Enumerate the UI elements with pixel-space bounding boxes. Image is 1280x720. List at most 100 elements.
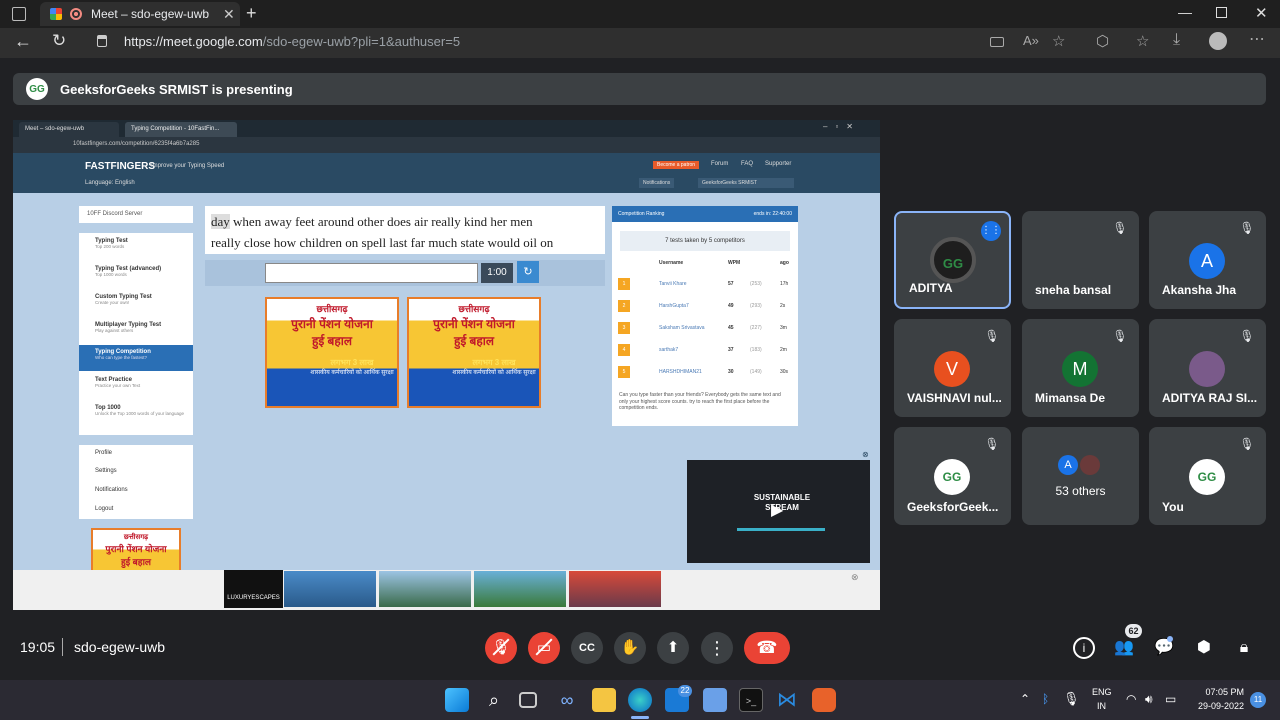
input-language[interactable]: ENG (1092, 687, 1112, 697)
camera-blocked-icon[interactable] (990, 37, 1004, 47)
tab-actions-icon[interactable] (12, 7, 26, 21)
close-tab-icon[interactable]: ✕ (223, 6, 235, 23)
participant-avatar: A (1058, 455, 1078, 475)
rank-keys: (149) (750, 369, 762, 375)
browser-tab-meet[interactable]: Meet – sdo-egew-uwb ✕ (40, 2, 240, 26)
shared-address-bar: 10fastfingers.com/competition/6235f4a6b7… (13, 137, 880, 153)
participant-avatar: GG (934, 459, 970, 495)
participant-tile[interactable]: A Akansha Jha 🎙︎ (1149, 211, 1266, 309)
rank-ago: 2s (780, 303, 786, 309)
profile-avatar[interactable] (1209, 32, 1227, 50)
rank-badge: 4 (618, 344, 630, 356)
reload-icon[interactable]: ↻ (52, 31, 66, 51)
video-ad: SUSTAINABLE STREAM ▶ (687, 460, 870, 563)
menu-item-practice: Text Practice Practice your own Text (95, 377, 141, 388)
present-button[interactable]: ⬆ (657, 632, 689, 664)
participant-avatar: GG (1189, 459, 1225, 495)
nav-supporter: Supporter (765, 161, 792, 167)
task-view-icon[interactable] (519, 692, 537, 708)
col-username: Username (659, 260, 684, 266)
rank-wpm: 45 (728, 325, 734, 331)
text-line-1: when away feet around other does air rea… (229, 214, 533, 229)
col-ago: ago (780, 260, 789, 266)
tab-title: Meet – sdo-egew-uwb (91, 7, 210, 21)
ranking-row: 5 HARSHDHIMAN21 30 (149) 30s (612, 364, 798, 382)
participant-tile[interactable]: GG You 🎙︎ (1149, 427, 1266, 525)
mic-muted-icon: 🎙︎ (1239, 437, 1255, 451)
participant-tile[interactable]: GG GeeksforGeek... 🎙︎ (894, 427, 1011, 525)
mic-tray-icon[interactable]: 🎙︎ (1063, 691, 1080, 707)
downloads-icon[interactable]: ⤓ (1173, 31, 1180, 49)
clock-time[interactable]: 07:05 PM (1192, 687, 1244, 697)
shared-window-controls: –▫✕ (823, 122, 861, 131)
meeting-info-icon[interactable]: i (1073, 637, 1095, 659)
extensions-icon[interactable]: ⬡ (1096, 32, 1109, 50)
volume-icon[interactable]: 🔊︎ (1145, 692, 1153, 707)
mic-muted-icon: 🎙︎ (1239, 329, 1255, 343)
window-close-icon[interactable]: ✕ (1255, 4, 1268, 22)
rank-ago: 2m (780, 347, 787, 353)
rank-username: HARSHDHIMAN21 (659, 369, 702, 375)
ranking-row: 4 sarthak7 37 (183) 2m (612, 342, 798, 360)
activities-icon[interactable]: ⬢ (1193, 637, 1215, 659)
widgets-icon[interactable]: ∞ (555, 688, 579, 712)
current-word: day (211, 214, 230, 229)
raise-hand-button[interactable]: ✋ (614, 632, 646, 664)
more-menu-icon[interactable]: ⋯ (1249, 29, 1265, 49)
col-wpm: WPM (728, 260, 741, 266)
address-bar[interactable]: https://meet.google.com/sdo-egew-uwb?pli… (124, 34, 460, 49)
minimize-icon[interactable]: — (1178, 4, 1192, 20)
notepad-icon[interactable] (703, 688, 727, 712)
start-icon[interactable] (445, 688, 469, 712)
participant-tile[interactable]: M Mimansa De 🎙︎ (1022, 319, 1139, 417)
rank-wpm: 57 (728, 281, 734, 287)
bottom-ad-close-icon: ⊗ (851, 572, 859, 582)
account-profile: Profile (95, 450, 113, 456)
bluetooth-icon[interactable]: ᛒ (1042, 692, 1049, 706)
more-options-button[interactable]: ⋮ (701, 632, 733, 664)
participant-tile[interactable]: A 53 others (1022, 427, 1139, 525)
account-menu: Profile Settings Notifications Logout (79, 445, 193, 519)
add-favorite-icon[interactable]: ☆ (1052, 32, 1065, 50)
timer: 1:00 (481, 263, 513, 283)
divider (62, 638, 63, 656)
maximize-icon[interactable] (1216, 7, 1227, 18)
notification-badge[interactable]: 11 (1250, 692, 1266, 708)
shared-tab-bar: Meet – sdo-egew-uwb Typing Competition -… (13, 120, 880, 137)
terminal-icon[interactable]: >_ (739, 688, 763, 712)
mic-muted-icon: 🎙︎ (984, 437, 1000, 451)
edge-icon[interactable] (628, 688, 652, 712)
file-explorer-icon[interactable] (592, 688, 616, 712)
favorites-icon[interactable]: ☆ (1136, 32, 1149, 50)
read-aloud-icon[interactable]: A» (1023, 33, 1039, 48)
captions-button[interactable]: CC (571, 632, 603, 664)
speaking-icon: ⋮⋮ (981, 221, 1001, 241)
participant-name: Mimansa De (1035, 391, 1106, 405)
battery-icon[interactable]: ▭ (1165, 692, 1176, 706)
host-controls-icon[interactable]: 🔒︎ (1233, 637, 1255, 659)
ranking-note: Can you type faster than your friends? E… (619, 392, 781, 411)
input-region[interactable]: IN (1097, 701, 1106, 711)
browser-tab-bar: Meet – sdo-egew-uwb ✕ + — ✕ (0, 0, 1280, 28)
new-tab-button[interactable]: + (246, 3, 257, 24)
clock-date[interactable]: 29-09-2022 (1192, 701, 1244, 711)
participant-tile[interactable]: V VAISHNAVI nul... 🎙︎ (894, 319, 1011, 417)
vscode-icon[interactable]: ⋈ (775, 688, 799, 712)
participant-tile[interactable]: sneha bansal 🎙︎ (1022, 211, 1139, 309)
leave-call-button[interactable]: ☎ (744, 632, 790, 664)
ranking-panel: Competition Ranking ends in: 22:40:00 7 t… (612, 206, 798, 426)
search-icon[interactable]: ⌕ (482, 688, 506, 712)
ad-banner-1: छत्तीसगढ़ पुरानी पेंशन योजना हुई बहाल लग… (265, 297, 399, 408)
edge-active-indicator (631, 716, 649, 719)
ranking-row: 2 HarshGupta7 49 (293) 2s (612, 298, 798, 316)
people-icon[interactable]: 👥 (1113, 637, 1135, 659)
meeting-code: sdo-egew-uwb (74, 639, 166, 655)
ubuntu-icon[interactable] (812, 688, 836, 712)
shared-tab-2: Typing Competition - 10FastFin... (125, 122, 237, 137)
participant-tile[interactable]: GG ADITYA ⋮⋮ (894, 211, 1011, 309)
back-icon[interactable]: ← (14, 31, 32, 52)
participant-tile[interactable]: ADITYA RAJ SI... 🎙︎ (1149, 319, 1266, 417)
account-settings: Settings (95, 468, 117, 474)
tray-overflow-icon[interactable]: ⌃ (1020, 692, 1030, 706)
wifi-icon[interactable]: ◠ (1126, 692, 1136, 706)
